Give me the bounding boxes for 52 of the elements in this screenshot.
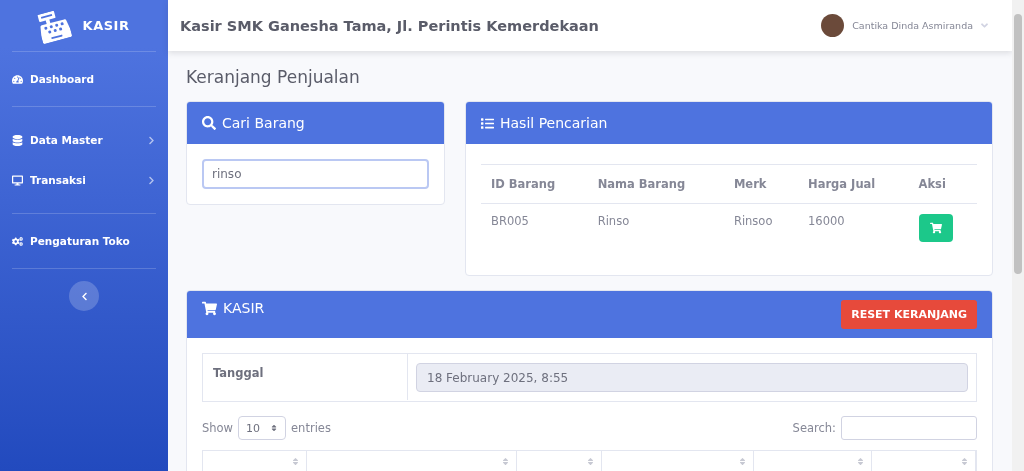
sort-icon[interactable] (737, 456, 747, 466)
sidebar-item[interactable]: Data Master (0, 127, 168, 153)
avatar[interactable] (821, 14, 845, 37)
table-cell: Rinsoo (723, 203, 799, 260)
sidebar-item[interactable]: Pengaturan Toko (0, 228, 168, 254)
column-header: Aksi (908, 164, 977, 204)
sort-icon[interactable] (290, 456, 300, 466)
column-header: Merk (723, 164, 799, 204)
sidebar-item[interactable]: Transaksi (0, 167, 168, 193)
search-icon (202, 116, 216, 130)
cart-icon (929, 222, 942, 234)
search-field[interactable]: rinso (202, 159, 429, 189)
date-label: Tanggal (203, 354, 408, 400)
entries-label: entries (291, 421, 331, 435)
entries-select[interactable]: 10 (238, 416, 287, 440)
card-title: KASIR (223, 300, 266, 316)
monitor-icon (12, 174, 23, 186)
sort-icon[interactable] (856, 456, 866, 466)
table-cell: Rinso (587, 203, 724, 260)
chevron-right-icon (147, 175, 156, 185)
add-to-cart-button[interactable] (918, 214, 953, 242)
chevron-right-icon (147, 135, 156, 145)
list-icon (481, 116, 494, 130)
sort-icon[interactable] (960, 456, 969, 466)
sort-icon[interactable] (501, 456, 511, 466)
search-label: Search: (792, 421, 836, 435)
sort-icon[interactable] (585, 456, 595, 466)
sidebar-toggle-button[interactable] (69, 281, 99, 311)
show-label: Show (202, 421, 234, 435)
scrollbar[interactable] (1012, 0, 1024, 471)
table-search-field[interactable] (841, 416, 977, 440)
table-cell: BR005 (481, 203, 588, 260)
dashboard-icon (12, 73, 23, 85)
column-header: Harga Jual (798, 164, 909, 204)
column-header: ID Barang (481, 164, 588, 204)
card-title: Hasil Pencarian (500, 115, 609, 131)
card-title: Cari Barang (222, 115, 306, 131)
user-name[interactable]: Cantika Dinda Asmiranda (852, 20, 973, 31)
caret-icon[interactable] (979, 20, 990, 31)
reset-cart-button[interactable]: RESET KERANJANG (841, 300, 977, 329)
database-icon (12, 134, 23, 146)
column-header: Nama Barang (587, 164, 724, 204)
table-cell: 16000 (798, 203, 909, 260)
brand-name: KASIR (82, 18, 130, 33)
chevron-left-icon (79, 291, 89, 301)
cart-icon (202, 301, 217, 316)
gears-icon (12, 235, 23, 247)
page-title: Keranjang Penjualan (186, 67, 361, 87)
sidebar-item[interactable]: Dashboard (0, 66, 168, 92)
date-field: 18 February 2025, 8:55 (416, 363, 968, 392)
sort-icon (270, 424, 279, 432)
topbar-title: Kasir SMK Ganesha Tama, Jl. Perintis Kemerdekaan (180, 17, 600, 34)
